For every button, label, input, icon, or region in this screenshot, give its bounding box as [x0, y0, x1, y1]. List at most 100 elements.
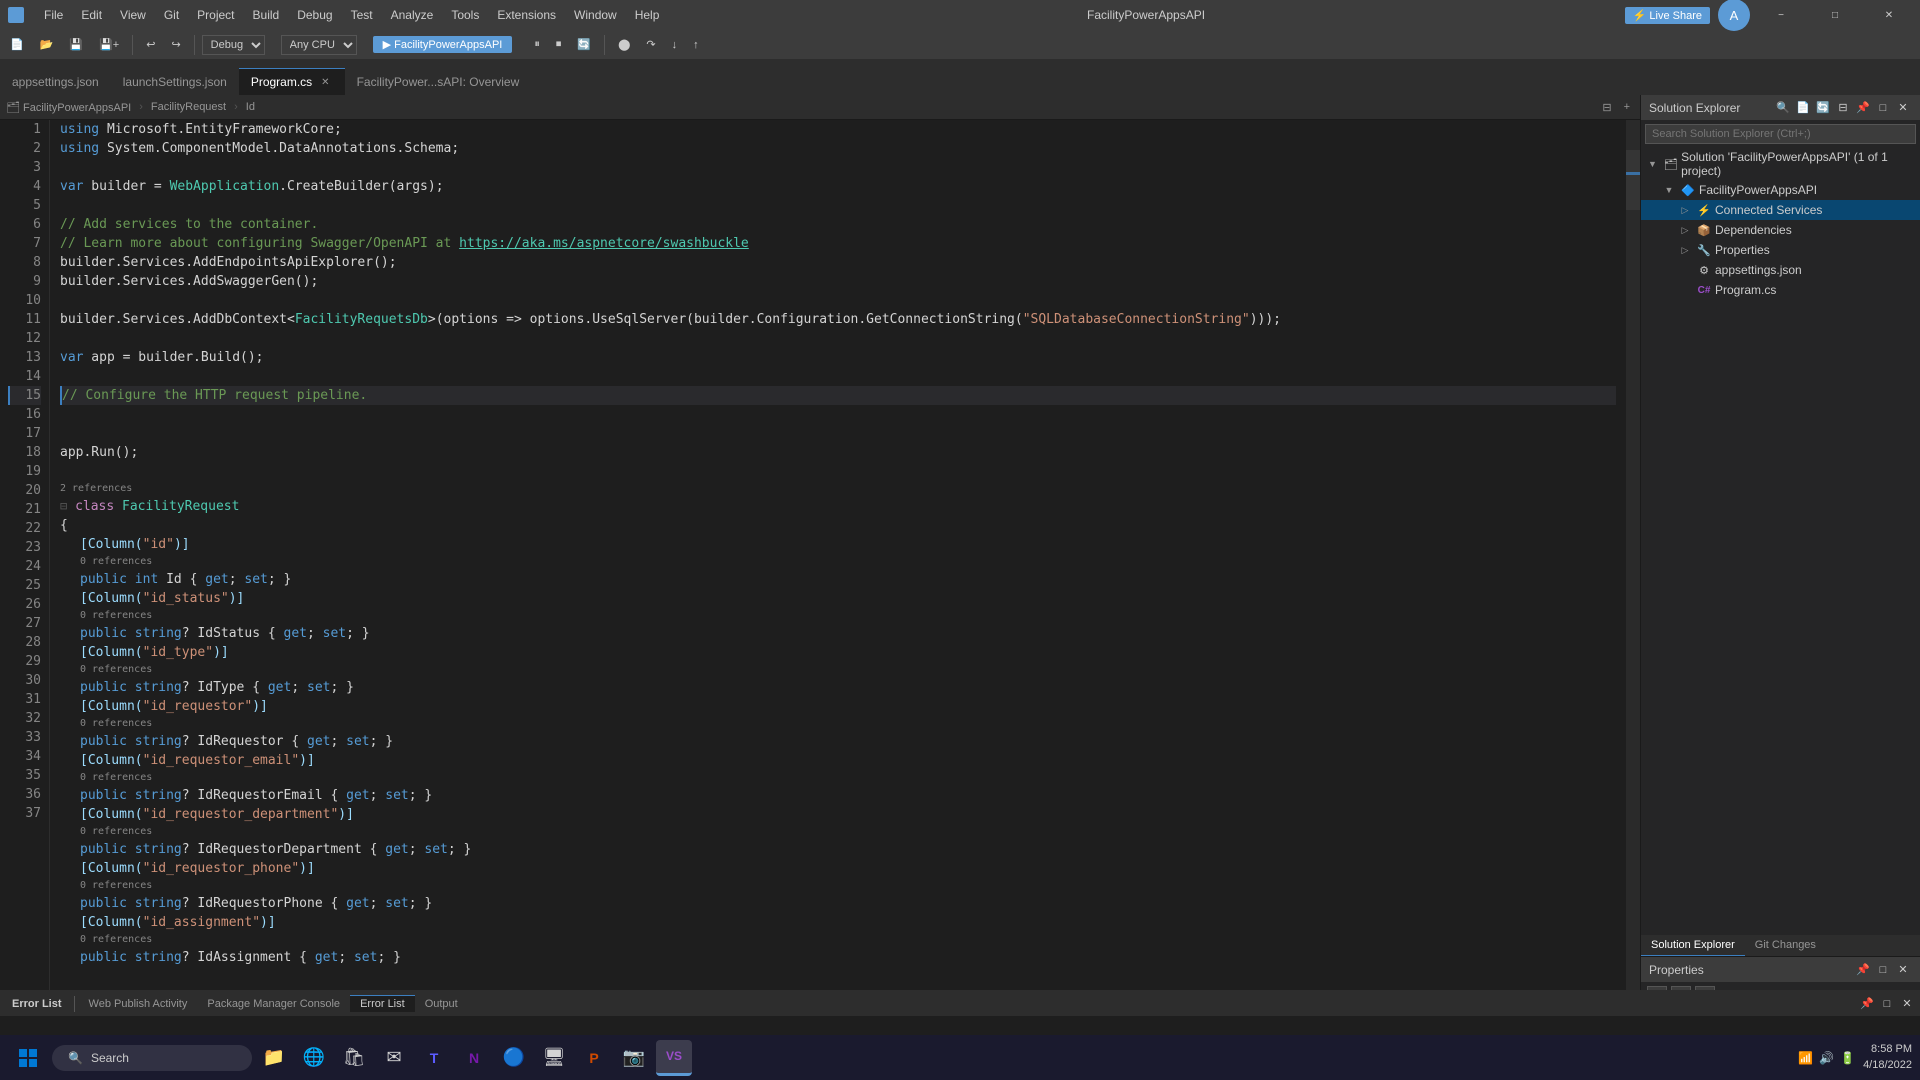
taskbar-store[interactable]: 🛍 [336, 1040, 372, 1076]
breadcrumb-project[interactable]: 🗂 FacilityPowerAppsAPI [6, 101, 131, 114]
menu-help[interactable]: Help [627, 6, 668, 24]
start-debug-button[interactable]: ▶ FacilityPowerAppsAPI [373, 36, 513, 53]
taskbar-file-explorer[interactable]: 📁 [256, 1040, 292, 1076]
close-button[interactable]: ✕ [1866, 0, 1912, 30]
step-out-button[interactable]: ↑ [687, 37, 705, 53]
solution-explorer-tab[interactable]: Solution Explorer [1641, 935, 1745, 956]
start-button[interactable] [8, 1038, 48, 1078]
close-panel-icon[interactable]: ✕ [1894, 99, 1912, 117]
tab-programcs[interactable]: Program.cs ✕ [239, 68, 345, 95]
open-file-button[interactable]: 📂 [34, 36, 60, 53]
pause-button[interactable]: ⏸ [528, 36, 546, 53]
connected-services-node[interactable]: ▷ ⚡ Connected Services [1641, 200, 1920, 220]
pin-panel-icon[interactable]: 📌 [1858, 995, 1876, 1013]
menu-tools[interactable]: Tools [443, 6, 487, 24]
menu-extensions[interactable]: Extensions [489, 6, 564, 24]
code-content: 1 2 3 4 5 6 7 8 9 10 11 12 13 14 15 16 1… [0, 120, 1640, 1010]
taskbar-clock[interactable]: 8:58 PM 4/18/2022 [1863, 1042, 1912, 1073]
menu-bar: File Edit View Git Project Build Debug T… [36, 6, 667, 24]
tab-overview[interactable]: FacilityPower...sAPI: Overview [345, 68, 532, 95]
undo-button[interactable]: ↩ [140, 36, 161, 53]
menu-edit[interactable]: Edit [73, 6, 110, 24]
maximize-panel-icon[interactable]: □ [1874, 99, 1892, 117]
menu-file[interactable]: File [36, 6, 71, 24]
network-icon[interactable]: 📶 [1798, 1051, 1813, 1065]
solution-search-input[interactable] [1645, 124, 1916, 144]
programcs-node[interactable]: C# Program.cs [1641, 280, 1920, 300]
error-panel-title: Error List [4, 996, 70, 1012]
maximize-panel-icon[interactable]: □ [1878, 995, 1896, 1013]
taskbar-powerpoint[interactable]: P [576, 1040, 612, 1076]
code-line-21: { [60, 516, 1616, 535]
collapse-all-icon[interactable]: ⊟ [1834, 99, 1852, 117]
pin-icon[interactable]: 📌 [1854, 99, 1872, 117]
stop-button[interactable]: ⏹ [550, 36, 568, 53]
close-properties-icon[interactable]: ✕ [1894, 961, 1912, 979]
dependencies-node[interactable]: ▷ 📦 Dependencies [1641, 220, 1920, 240]
tab-output[interactable]: Output [415, 996, 468, 1012]
tab-web-publish[interactable]: Web Publish Activity [79, 996, 198, 1012]
menu-git[interactable]: Git [156, 6, 187, 24]
menu-analyze[interactable]: Analyze [383, 6, 442, 24]
platform-dropdown[interactable]: Any CPU [281, 35, 357, 55]
solution-root[interactable]: ▼ 🗂 Solution 'FacilityPowerAppsAPI' (1 o… [1641, 148, 1920, 180]
maximize-properties-icon[interactable]: □ [1874, 961, 1892, 979]
taskbar-vs[interactable]: VS [656, 1040, 692, 1076]
taskbar-remote[interactable]: 🖥 [536, 1040, 572, 1076]
taskbar-edge[interactable]: 🌐 [296, 1040, 332, 1076]
minimize-button[interactable]: − [1758, 0, 1804, 30]
redo-button[interactable]: ↪ [165, 36, 186, 53]
refresh-icon[interactable]: 🔄 [1814, 99, 1832, 117]
code-editor[interactable]: using Microsoft.EntityFrameworkCore; usi… [50, 120, 1626, 1010]
restart-button[interactable]: 🔄 [571, 36, 597, 53]
taskbar-camera[interactable]: 📷 [616, 1040, 652, 1076]
step-over-button[interactable]: ↷ [640, 36, 661, 53]
new-file-button[interactable]: 📄 [4, 36, 30, 53]
search-icon[interactable]: 🔍 [1774, 99, 1792, 117]
taskbar-mail[interactable]: ✉ [376, 1040, 412, 1076]
volume-icon[interactable]: 🔊 [1819, 1051, 1834, 1065]
vertical-scrollbar[interactable] [1626, 120, 1640, 1010]
menu-project[interactable]: Project [189, 6, 242, 24]
tab-close-icon[interactable]: ✕ [318, 76, 332, 89]
live-share-button[interactable]: ⚡ Live Share [1625, 7, 1710, 24]
tab-appsettings[interactable]: appsettings.json [0, 68, 111, 95]
close-panel-icon[interactable]: ✕ [1898, 995, 1916, 1013]
taskbar-chrome[interactable]: 🔵 [496, 1040, 532, 1076]
save-all-button[interactable]: 💾+ [93, 36, 125, 53]
taskbar-search[interactable]: 🔍 Search [52, 1045, 252, 1071]
taskbar-teams[interactable]: T [416, 1040, 452, 1076]
expand-button[interactable]: + [1620, 101, 1634, 114]
save-button[interactable]: 💾 [63, 36, 89, 53]
maximize-button[interactable]: □ [1812, 0, 1858, 30]
menu-build[interactable]: Build [245, 6, 288, 24]
properties-node[interactable]: ▷ 🔧 Properties [1641, 240, 1920, 260]
menu-test[interactable]: Test [343, 6, 381, 24]
project-node[interactable]: ▼ 🔷 FacilityPowerAppsAPI [1641, 180, 1920, 200]
code-line-3 [60, 158, 1616, 177]
appsettings-node[interactable]: ⚙ appsettings.json [1641, 260, 1920, 280]
new-file-icon[interactable]: 📄 [1794, 99, 1812, 117]
taskbar-onenote[interactable]: N [456, 1040, 492, 1076]
breadcrumb-member[interactable]: Id [246, 101, 255, 113]
collapse-all-button[interactable]: ⊟ [1598, 101, 1615, 114]
tab-error-list[interactable]: Error List [350, 995, 415, 1012]
code-line-31: 0 references public string? IdRequestorE… [60, 770, 1616, 805]
code-line-2: using System.ComponentModel.DataAnnotati… [60, 139, 1616, 158]
tab-launchsettings[interactable]: launchSettings.json [111, 68, 239, 95]
user-avatar[interactable]: A [1718, 0, 1750, 31]
breadcrumb-file[interactable]: FacilityRequest [151, 101, 226, 113]
menu-view[interactable]: View [112, 6, 154, 24]
tab-package-manager[interactable]: Package Manager Console [197, 996, 350, 1012]
debug-mode-dropdown[interactable]: Debug [202, 35, 265, 55]
code-line-13: var app = builder.Build(); [60, 348, 1616, 367]
time-label: 8:58 PM [1863, 1042, 1912, 1057]
battery-icon[interactable]: 🔋 [1840, 1051, 1855, 1065]
pin-properties-icon[interactable]: 📌 [1854, 961, 1872, 979]
breakpoint-button[interactable]: ⬤ [612, 36, 636, 53]
menu-debug[interactable]: Debug [289, 6, 340, 24]
menu-window[interactable]: Window [566, 6, 625, 24]
git-changes-tab[interactable]: Git Changes [1745, 935, 1826, 956]
step-into-button[interactable]: ↓ [666, 37, 684, 53]
properties-label: Properties [1715, 243, 1770, 257]
